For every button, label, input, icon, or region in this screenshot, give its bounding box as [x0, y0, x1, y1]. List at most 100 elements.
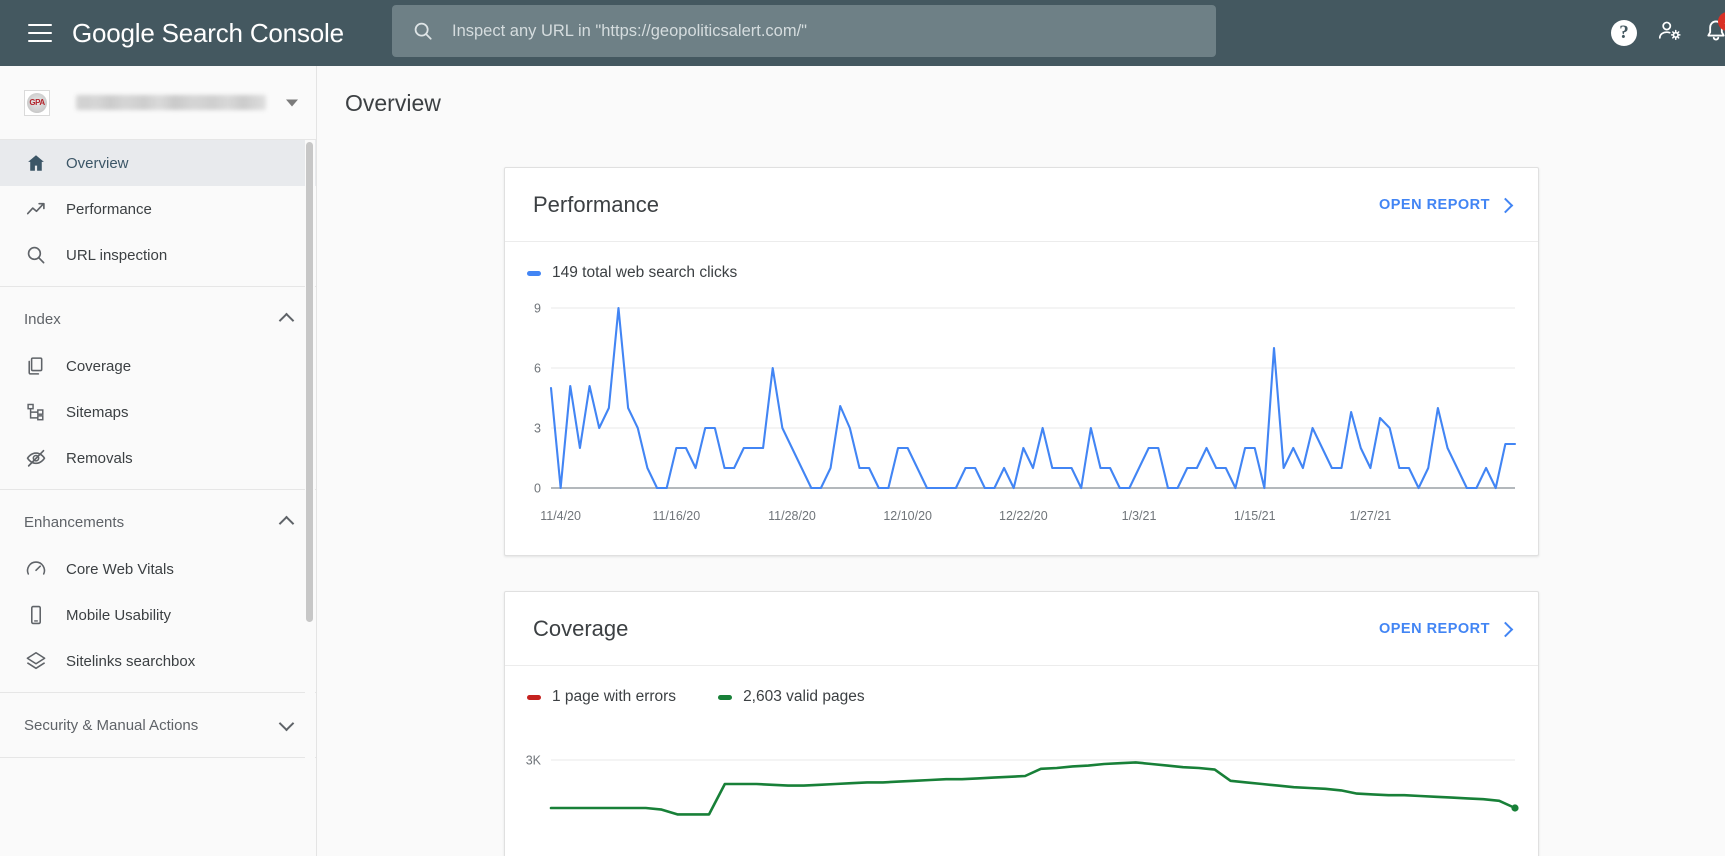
chevron-down-icon[interactable]	[280, 718, 294, 732]
sidebar-group-header-enhancements[interactable]: Enhancements	[0, 498, 316, 546]
coverage-legend: 1 page with errors 2,603 valid pages	[505, 666, 1538, 706]
sidebar-item-label: Core Web Vitals	[66, 560, 174, 578]
sidebar-item-label: Sitemaps	[66, 403, 129, 421]
svg-text:12/10/20: 12/10/20	[883, 509, 932, 523]
sidebar-scrollbar-thumb[interactable]	[306, 142, 313, 622]
documents-icon	[24, 354, 48, 378]
legend-label: 1 page with errors	[552, 688, 677, 705]
speedometer-icon	[24, 557, 48, 581]
main-content-area: Overview Performance OPEN REPORT 149 tot…	[317, 66, 1725, 856]
legend-color-swatch	[527, 270, 541, 276]
sidebar-item-sitelinks-searchbox[interactable]: Sitelinks searchbox	[0, 638, 316, 684]
performance-chart[interactable]: 0 3 6 9 11/4/20 11/16/20 11/28/20 12/10/20 12/22…	[505, 282, 1538, 542]
sidebar-item-label: Performance	[66, 200, 152, 218]
performance-card-header: Performance OPEN REPORT	[505, 168, 1538, 242]
sidebar-scrollbar-track[interactable]	[305, 140, 315, 856]
svg-text:6: 6	[534, 362, 541, 376]
chevron-down-icon[interactable]	[286, 99, 298, 106]
coverage-card: Coverage OPEN REPORT 1 page with errors …	[504, 591, 1539, 856]
svg-text:3K: 3K	[526, 754, 542, 768]
svg-text:1/3/21: 1/3/21	[1122, 509, 1157, 523]
sidebar-nav-scroll-area: Overview Performance URL inspection Inde…	[0, 140, 316, 856]
property-favicon-label: GPA	[29, 98, 45, 107]
sidebar-item-coverage[interactable]: Coverage	[0, 343, 316, 389]
eye-off-icon	[24, 446, 48, 470]
help-icon: ?	[1611, 20, 1637, 46]
svg-text:3: 3	[534, 422, 541, 436]
sidebar-group-primary: Overview Performance URL inspection	[0, 140, 316, 287]
sidebar-group-enhancements: Enhancements Core Web Vitals Mobile Usab…	[0, 490, 316, 693]
sidebar-group-header-index[interactable]: Index	[0, 295, 316, 343]
svg-text:12/22/20: 12/22/20	[999, 509, 1048, 523]
performance-open-report-link[interactable]: OPEN REPORT	[1379, 197, 1510, 213]
chevron-right-icon	[1500, 200, 1510, 210]
chevron-up-icon[interactable]	[280, 312, 294, 326]
coverage-line-chart-svg: 3K	[526, 754, 1519, 816]
layers-icon	[24, 649, 48, 673]
legend-label: 149 total web search clicks	[552, 264, 738, 281]
sidebar-group-header-security[interactable]: Security & Manual Actions	[0, 701, 316, 749]
performance-line-chart-svg: 0 3 6 9 11/4/20 11/16/20 11/28/20 12/10/20 12/22…	[534, 302, 1517, 523]
help-button[interactable]: ?	[1601, 10, 1647, 56]
logo-product-text: Search Console	[161, 17, 344, 48]
performance-legend: 149 total web search clicks	[505, 242, 1538, 282]
legend-item-valid[interactable]: 2,603 valid pages	[718, 688, 865, 706]
logo-google-text: Google	[72, 17, 155, 48]
legend-label: 2,603 valid pages	[743, 688, 865, 705]
legend-color-swatch	[527, 694, 541, 700]
notifications-button[interactable]: 2	[1693, 10, 1725, 56]
svg-text:11/16/20: 11/16/20	[652, 509, 700, 523]
search-console-app: Google Search Console Inspect any URL in…	[0, 0, 1725, 856]
sidebar-group-index: Index Coverage Sitemaps Removals	[0, 287, 316, 490]
svg-text:1/15/21: 1/15/21	[1234, 509, 1276, 523]
open-report-label: OPEN REPORT	[1378, 620, 1490, 637]
card-title: Coverage	[533, 615, 629, 641]
sidebar-group-title: Enhancements	[24, 513, 125, 531]
search-icon	[412, 20, 434, 42]
sidebar-item-label: Overview	[66, 154, 129, 172]
account-settings-icon	[1657, 18, 1683, 49]
sidebar-item-url-inspection[interactable]: URL inspection	[0, 232, 316, 278]
sidebar-group-security: Security & Manual Actions	[0, 693, 316, 758]
svg-text:1/27/21: 1/27/21	[1350, 509, 1392, 523]
property-name-redacted	[76, 95, 266, 110]
performance-card: Performance OPEN REPORT 149 total web se…	[504, 167, 1539, 556]
sidebar-item-performance[interactable]: Performance	[0, 186, 316, 232]
chevron-right-icon	[1500, 624, 1510, 634]
page-title: Overview	[345, 90, 441, 116]
sidebar-item-label: Removals	[66, 449, 133, 467]
sidebar-group-title: Index	[24, 310, 61, 328]
legend-color-swatch	[718, 694, 733, 700]
sidebar-item-removals[interactable]: Removals	[0, 435, 316, 481]
hamburger-menu-icon[interactable]	[28, 24, 52, 42]
legend-item-errors[interactable]: 1 page with errors	[527, 688, 676, 706]
left-sidebar: GPA Overview Performance URL inspection …	[0, 66, 317, 856]
sidebar-item-mobile-usability[interactable]: Mobile Usability	[0, 592, 316, 638]
card-title: Performance	[533, 191, 659, 217]
mobile-phone-icon	[24, 603, 48, 627]
svg-text:0: 0	[534, 482, 541, 496]
trending-up-icon	[24, 197, 48, 221]
property-selector[interactable]: GPA	[0, 66, 316, 140]
search-input-placeholder: Inspect any URL in "https://geopoliticsa…	[452, 21, 808, 40]
top-header-bar: Google Search Console Inspect any URL in…	[0, 0, 1725, 66]
google-search-console-logo[interactable]: Google Search Console	[72, 18, 344, 49]
sidebar-item-overview[interactable]: Overview	[0, 140, 316, 186]
svg-text:11/28/20: 11/28/20	[768, 509, 816, 523]
coverage-chart[interactable]: 3K	[505, 706, 1538, 846]
legend-item-clicks[interactable]: 149 total web search clicks	[527, 264, 737, 282]
coverage-open-report-link[interactable]: OPEN REPORT	[1379, 621, 1510, 637]
sidebar-item-core-web-vitals[interactable]: Core Web Vitals	[0, 546, 316, 592]
open-report-label: OPEN REPORT	[1378, 196, 1490, 213]
search-icon	[24, 243, 48, 267]
sidebar-item-sitemaps[interactable]: Sitemaps	[0, 389, 316, 435]
url-inspection-search-box[interactable]: Inspect any URL in "https://geopoliticsa…	[392, 5, 1216, 57]
sitemap-icon	[24, 400, 48, 424]
svg-text:9: 9	[534, 302, 541, 316]
property-favicon: GPA	[24, 89, 50, 116]
svg-text:11/4/20: 11/4/20	[540, 509, 581, 523]
account-settings-button[interactable]	[1647, 10, 1693, 56]
sidebar-item-label: Sitelinks searchbox	[66, 652, 196, 670]
sidebar-group-title: Security & Manual Actions	[24, 716, 199, 734]
chevron-up-icon[interactable]	[280, 515, 294, 529]
